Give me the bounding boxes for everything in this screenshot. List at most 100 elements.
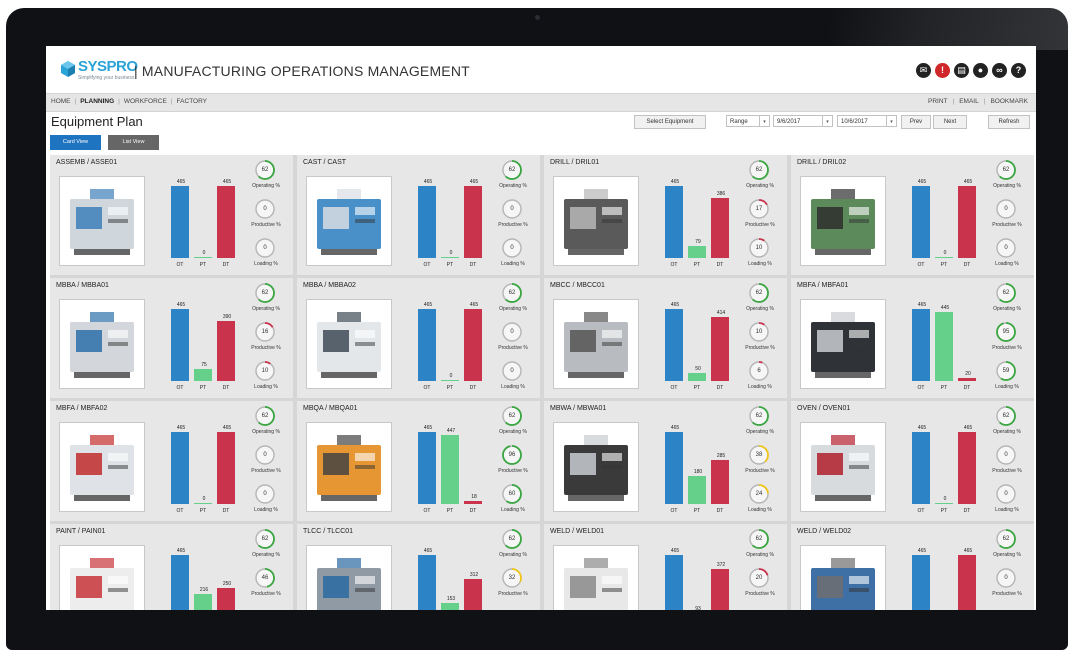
bar-ot-value: 465 — [176, 548, 186, 554]
operating-gauge-value: 62 — [508, 290, 516, 296]
equipment-card[interactable]: MBQA / MBQA01 465 OT 447 PT 18 DT 62 Operating %… — [297, 401, 540, 521]
range-select[interactable]: Range ▾ — [726, 115, 770, 127]
chevron-down-icon[interactable]: ▾ — [886, 116, 896, 126]
bar-pt-label: PT — [446, 508, 454, 514]
bar-dt — [958, 186, 976, 258]
loading-gauge: 10 — [254, 360, 276, 382]
productive-label: Productive % — [745, 345, 775, 351]
bar-ot-label: OT — [423, 385, 431, 391]
operating-gauge-value: 62 — [508, 167, 516, 173]
equipment-card[interactable]: MBBA / MBBA01 465 OT 75 PT 390 DT 62 Operating %… — [50, 278, 293, 398]
from-date-field[interactable]: 9/6/2017 ▾ — [773, 115, 833, 127]
productive-gauge-value: 20 — [755, 575, 763, 581]
bar-pt-label: PT — [693, 262, 701, 268]
productive-label: Productive % — [745, 591, 775, 597]
toolbar: Equipment Plan Select Equipment Range ▾ … — [46, 111, 1036, 133]
productive-gauge: 38 — [748, 444, 770, 466]
nav-print[interactable]: PRINT — [928, 98, 948, 105]
bar-ot-value: 465 — [670, 548, 680, 554]
equipment-image — [800, 422, 886, 512]
equipment-image — [59, 176, 145, 266]
equipment-card[interactable]: MBWA / MBWA01 465 OT 180 PT 285 DT 62 Operating … — [544, 401, 787, 521]
equipment-card[interactable]: WELD / WELD01 465OT93PT372DT 62 Operating %… — [544, 524, 787, 610]
productive-label: Productive % — [251, 222, 281, 228]
productive-gauge: 17 — [748, 198, 770, 220]
equipment-card[interactable]: MBFA / MBFA01 465 OT 445 PT 20 DT 62 Operating %… — [791, 278, 1034, 398]
operating-gauge-value: 62 — [1002, 167, 1010, 173]
operating-label: Operating % — [499, 183, 527, 189]
page-title: Equipment Plan — [51, 114, 143, 129]
nav-planning[interactable]: PLANNING — [80, 98, 114, 105]
equipment-image — [59, 299, 145, 389]
chevron-down-icon[interactable]: ▾ — [759, 116, 769, 126]
bar-dt — [958, 377, 976, 381]
productive-gauge: 20 — [748, 567, 770, 589]
mail-icon[interactable]: ✉ — [916, 63, 931, 78]
next-button[interactable]: Next — [933, 115, 967, 129]
equipment-image — [306, 422, 392, 512]
equipment-card[interactable]: DRILL / DRIL01 465 OT 79 PT 386 DT 62 Operating … — [544, 155, 787, 275]
equipment-card[interactable]: MBFA / MBFA02 465 OT 0 PT 465 DT 62 Operating % 0… — [50, 401, 293, 521]
tab-list-view[interactable]: List View — [108, 135, 159, 150]
bar-ot-label: OT — [917, 385, 925, 391]
equipment-image — [59, 422, 145, 512]
bar-ot-label: OT — [670, 385, 678, 391]
equipment-card[interactable]: ASSEMB / ASSE01 465 OT 0 PT 465 DT 62 Operating … — [50, 155, 293, 275]
bar-dt-label: DT — [222, 262, 230, 268]
bar-pt-value: 93 — [695, 605, 701, 610]
link-icon[interactable]: ∞ — [992, 63, 1007, 78]
equipment-title: MBFA / MBFA02 — [56, 405, 108, 412]
productive-gauge-value: 0 — [1004, 206, 1008, 212]
operating-gauge: 62 — [748, 528, 770, 550]
productive-gauge: 10 — [748, 321, 770, 343]
equipment-card[interactable]: PAINT / PAIN01 465OT216PT250DT 62 Operating… — [50, 524, 293, 610]
bar-ot-label: OT — [423, 508, 431, 514]
bar-pt — [441, 603, 459, 610]
equipment-card[interactable]: OVEN / OVEN01 465 OT 0 PT 465 DT 62 Operating % 0… — [791, 401, 1034, 521]
equipment-card[interactable]: CAST / CAST 465 OT 0 PT 465 DT 62 Operating % 0 Pr… — [297, 155, 540, 275]
equipment-gauges: 62 Operating % 32 Productive % — [494, 528, 538, 610]
document-icon[interactable]: ▤ — [954, 63, 969, 78]
equipment-card[interactable]: DRILL / DRIL02 465 OT 0 PT 465 DT 62 Operating %… — [791, 155, 1034, 275]
equipment-gauges: 62 Operating % 46 Productive % — [247, 528, 291, 610]
equipment-card[interactable]: TLCC / TLCC01 465OT153PT312DT 62 Operating … — [297, 524, 540, 610]
productive-gauge: 96 — [501, 444, 523, 466]
bar-pt — [935, 256, 953, 258]
productive-label: Productive % — [992, 468, 1022, 474]
select-equipment-button[interactable]: Select Equipment — [634, 115, 706, 129]
productive-gauge: 0 — [501, 198, 523, 220]
bar-dt-label: DT — [963, 262, 971, 268]
productive-gauge-value: 46 — [261, 575, 269, 581]
prev-button[interactable]: Prev — [901, 115, 931, 129]
equipment-bar-chart: 465OT153PT312DT — [415, 542, 487, 610]
chevron-down-icon[interactable]: ▾ — [822, 116, 832, 126]
alert-icon[interactable]: ! — [935, 63, 950, 78]
nav-home[interactable]: HOME — [51, 98, 71, 105]
bar-pt — [194, 502, 212, 504]
nav-workforce[interactable]: WORKFORCE — [124, 98, 167, 105]
operating-label: Operating % — [993, 429, 1021, 435]
nav-email[interactable]: EMAIL — [959, 98, 979, 105]
bar-ot-value: 465 — [917, 548, 927, 554]
equipment-gauges: 62 Operating % 10 Productive % 6 Loading % — [741, 282, 785, 396]
loading-label: Loading % — [995, 507, 1019, 513]
equipment-card[interactable]: WELD / WELD02 465OT0PT465DT 62 Operating % 0… — [791, 524, 1034, 610]
syspro-logo[interactable]: SYSPRO Simplifying your business — [60, 57, 140, 83]
nav-bookmark[interactable]: BOOKMARK — [990, 98, 1028, 105]
bar-ot — [418, 555, 436, 610]
to-date-field[interactable]: 10/6/2017 ▾ — [837, 115, 897, 127]
bar-dt — [958, 432, 976, 504]
tab-card-view[interactable]: Card View — [50, 135, 101, 150]
operating-gauge: 62 — [501, 405, 523, 427]
equipment-card[interactable]: MBBA / MBBA02 465 OT 0 PT 465 DT 62 Operating % 0… — [297, 278, 540, 398]
bar-dt — [217, 186, 235, 258]
equipment-title: WELD / WELD01 — [550, 528, 605, 535]
user-icon[interactable]: ● — [973, 63, 988, 78]
equipment-card[interactable]: MBCC / MBCC01 465 OT 50 PT 414 DT 62 Operating %… — [544, 278, 787, 398]
equipment-image — [306, 299, 392, 389]
bar-ot-label: OT — [176, 262, 184, 268]
bar-pt-value: 0 — [943, 495, 947, 502]
help-icon[interactable]: ? — [1011, 63, 1026, 78]
refresh-button[interactable]: Refresh — [988, 115, 1030, 129]
nav-factory[interactable]: FACTORY — [177, 98, 207, 105]
